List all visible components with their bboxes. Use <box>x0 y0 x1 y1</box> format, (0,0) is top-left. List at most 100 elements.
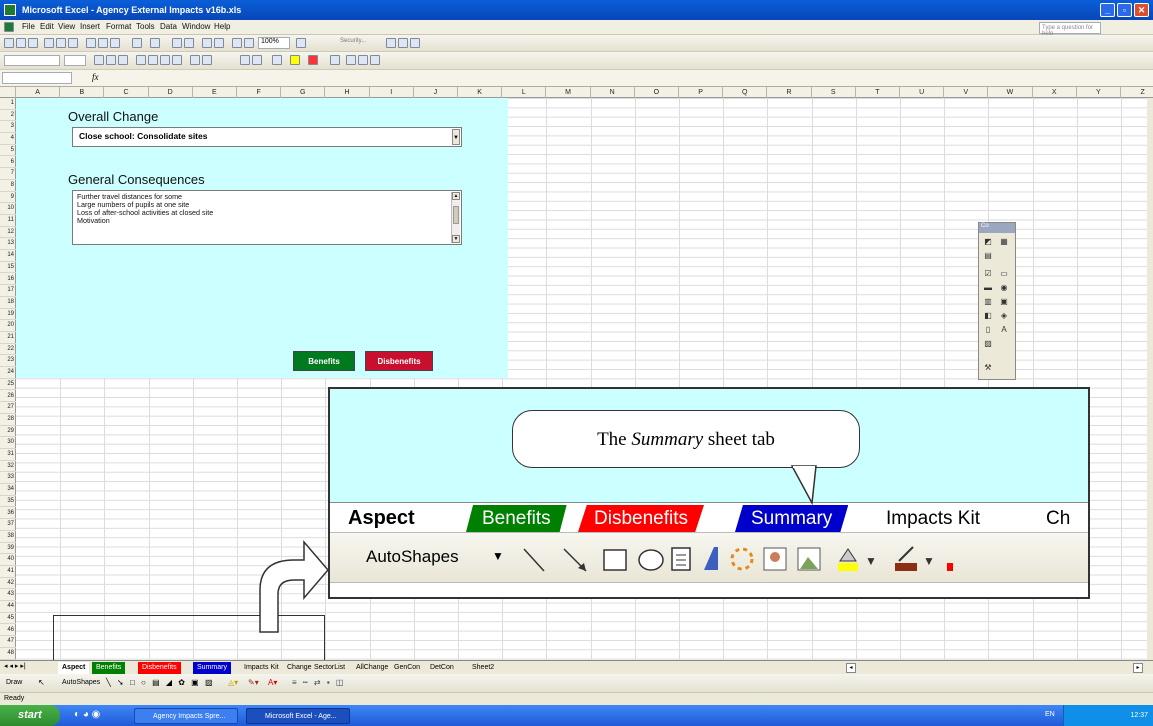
scroll-thumb[interactable] <box>453 206 459 224</box>
align-left-icon[interactable] <box>136 55 146 65</box>
combobox-control-icon[interactable]: ▣ <box>999 297 1009 306</box>
select-objects-icon[interactable]: ↖ <box>38 678 45 687</box>
row-header[interactable]: 33 <box>0 472 16 485</box>
column-header[interactable]: N <box>591 87 635 98</box>
listbox-control-icon[interactable]: ▥ <box>983 297 993 306</box>
hscroll-left-icon[interactable]: ◂ <box>846 663 856 673</box>
scroll-up-icon[interactable]: ▲ <box>452 192 460 200</box>
column-header[interactable]: Y <box>1077 87 1121 98</box>
hyperlink-icon[interactable] <box>172 38 182 48</box>
column-header[interactable]: R <box>767 87 812 98</box>
row-header[interactable]: 3 <box>0 121 16 134</box>
button-control-icon[interactable]: ▬ <box>983 283 993 292</box>
print-icon[interactable] <box>44 38 54 48</box>
menu-edit[interactable]: Edit <box>40 22 54 31</box>
borders-icon[interactable] <box>272 55 282 65</box>
help-search-input[interactable]: Type a question for help <box>1039 22 1101 37</box>
disbenefits-button[interactable]: Disbenefits <box>365 351 433 371</box>
row-header[interactable]: 36 <box>0 508 16 520</box>
column-header[interactable]: W <box>988 87 1033 98</box>
column-header[interactable]: G <box>281 87 326 98</box>
column-header[interactable]: B <box>60 87 105 98</box>
sheet-tab-sheet2[interactable]: Sheet2 <box>468 662 498 674</box>
row-header[interactable]: 18 <box>0 297 16 309</box>
menu-window[interactable]: Window <box>182 22 210 31</box>
column-header[interactable]: K <box>458 87 503 98</box>
shape-icons[interactable]: ╲ ➘ □ ○ ▤ ◢ ✿ ▣ ▨ <box>106 678 215 687</box>
align-right-icon[interactable] <box>160 55 170 65</box>
scrollbar-control-icon[interactable]: ▯ <box>983 325 993 334</box>
image-control-icon[interactable]: ▨ <box>983 339 993 348</box>
row-header[interactable]: 20 <box>0 320 16 332</box>
tab-scroll-icons[interactable]: ◂ ◂ ▸ ▸| <box>4 662 26 670</box>
currency-icon[interactable] <box>190 55 200 65</box>
row-header[interactable]: 38 <box>0 531 16 543</box>
sheet-tab-summary[interactable]: Summary <box>193 662 231 674</box>
list-item[interactable]: Motivation <box>77 217 457 225</box>
row-header[interactable]: 15 <box>0 262 16 274</box>
sheet-tab-impacts-kit[interactable]: Impacts Kit <box>240 662 283 674</box>
toggle-control-icon[interactable]: ◧ <box>983 311 993 320</box>
row-header[interactable]: 46 <box>0 625 16 637</box>
row-header[interactable]: 16 <box>0 274 16 286</box>
copy-icon[interactable] <box>98 38 108 48</box>
taskbar-item-agency[interactable]: Agency Impacts Spre... <box>134 708 238 724</box>
design-mode-icon[interactable]: ◩ <box>983 237 993 246</box>
column-header[interactable]: Z <box>1121 87 1153 98</box>
row-header[interactable]: 1 <box>0 98 16 110</box>
control-toolbox-icon[interactable] <box>386 38 396 48</box>
row-header[interactable]: 22 <box>0 344 16 356</box>
row-header[interactable]: 40 <box>0 554 16 566</box>
column-header[interactable]: T <box>856 87 900 98</box>
percent-icon[interactable] <box>202 55 212 65</box>
font-color-icon[interactable] <box>308 55 318 65</box>
column-header[interactable]: M <box>546 87 591 98</box>
row-header[interactable]: 8 <box>0 180 16 192</box>
drawing-icon[interactable] <box>244 38 254 48</box>
language-indicator[interactable]: EN <box>1045 711 1055 718</box>
list-item[interactable]: Loss of after-school activities at close… <box>77 209 457 217</box>
row-header[interactable]: 11 <box>0 215 16 227</box>
column-header[interactable]: X <box>1033 87 1077 98</box>
font-name-select[interactable] <box>4 55 60 66</box>
row-header[interactable]: 23 <box>0 355 16 368</box>
list-scrollbar[interactable]: ▲ ▼ <box>451 192 460 243</box>
properties-icon[interactable]: ▦ <box>999 237 1009 246</box>
consequences-listbox[interactable]: Further travel distances for some Large … <box>72 190 462 245</box>
chart-wizard-icon[interactable] <box>232 38 242 48</box>
help-icon[interactable] <box>296 38 306 48</box>
menu-format[interactable]: Format <box>106 22 131 31</box>
menu-file[interactable]: File <box>22 22 35 31</box>
italic-icon[interactable] <box>106 55 116 65</box>
design-icon[interactable] <box>410 38 420 48</box>
row-header[interactable]: 35 <box>0 496 16 508</box>
autoshapes-menu[interactable]: AutoShapes <box>62 679 100 686</box>
row-header[interactable]: 12 <box>0 227 16 239</box>
bold-icon[interactable] <box>94 55 104 65</box>
row-header[interactable]: 27 <box>0 402 16 414</box>
spin-control-icon[interactable]: ◈ <box>999 311 1009 320</box>
line-style-icons[interactable]: ≡ ┅ ⇄ ▪ ◫ <box>292 678 345 687</box>
row-header[interactable]: 41 <box>0 566 16 578</box>
fill-color-icon[interactable] <box>290 55 300 65</box>
new-icon[interactable] <box>4 38 14 48</box>
row-header[interactable]: 31 <box>0 449 16 461</box>
fill-color-icon[interactable]: ◬▾ <box>228 678 238 687</box>
scroll-down-icon[interactable]: ▼ <box>452 235 460 243</box>
save-icon[interactable] <box>28 38 38 48</box>
redo-icon[interactable] <box>150 38 160 48</box>
row-header[interactable]: 47 <box>0 636 16 648</box>
column-header[interactable]: P <box>679 87 724 98</box>
underline-icon[interactable] <box>118 55 128 65</box>
form-icon[interactable] <box>330 55 340 65</box>
open-icon[interactable] <box>16 38 26 48</box>
row-header[interactable]: 6 <box>0 157 16 169</box>
row-header[interactable]: 26 <box>0 391 16 403</box>
sheet-tab-aspect[interactable]: Aspect <box>58 662 90 674</box>
sheet-tab-gencon[interactable]: GenCon <box>390 662 424 674</box>
textbox-control-icon[interactable]: ▭ <box>999 269 1009 278</box>
column-header[interactable]: F <box>237 87 282 98</box>
column-header[interactable]: C <box>104 87 149 98</box>
autosum-icon[interactable] <box>184 38 194 48</box>
column-header[interactable]: V <box>944 87 989 98</box>
